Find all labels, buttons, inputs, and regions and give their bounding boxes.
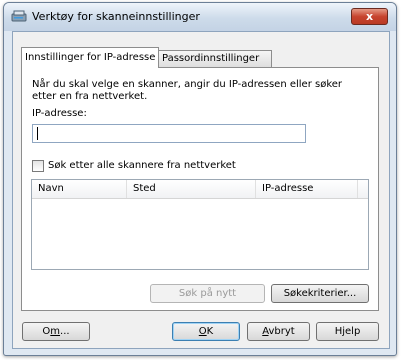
search-criteria-button[interactable]: Søkekriterier... (271, 284, 369, 303)
close-icon: x (365, 10, 374, 23)
tab-ip-settings[interactable]: Innstillinger for IP-adresse (21, 47, 159, 68)
scanner-list-header: Navn Sted IP-adresse (32, 180, 368, 199)
ip-address-label: IP-adresse: (32, 108, 87, 119)
instruction-text: Når du skal velge en skanner, angir du I… (32, 79, 343, 102)
ip-settings-panel: Når du skal velge en skanner, angir du I… (21, 67, 379, 311)
column-header-location[interactable]: Sted (127, 180, 256, 198)
help-button[interactable]: Hjelp (316, 322, 379, 341)
ok-button[interactable]: OK (172, 322, 240, 341)
about-suffix: ... (60, 326, 70, 337)
column-header-ip-address[interactable]: IP-adresse (256, 180, 358, 198)
scanner-app-icon (11, 10, 27, 22)
search-all-scanners-label[interactable]: Søk etter alle skannere fra nettverket (48, 160, 236, 171)
close-button[interactable]: x (351, 8, 388, 25)
scanner-settings-dialog: Verktøy for skanneinnstillinger x Innsti… (3, 2, 397, 356)
dialog-client-area: Innstillinger for IP-adresse Passordinns… (12, 31, 390, 349)
text-caret (37, 127, 38, 140)
search-again-button[interactable]: Søk på nytt (150, 284, 265, 303)
about-mnemonic: m (50, 326, 61, 337)
title-bar[interactable]: Verktøy for skanneinnstillinger x (4, 3, 396, 31)
ok-mnemonic: O (198, 326, 207, 337)
tab-password-settings[interactable]: Passordinnstillinger (158, 50, 272, 67)
cancel-button[interactable]: Avbryt (247, 322, 310, 341)
ip-address-input[interactable] (32, 124, 306, 143)
scanner-list[interactable]: Navn Sted IP-adresse (31, 179, 369, 270)
about-button[interactable]: Om... (22, 322, 90, 341)
search-all-scanners-checkbox[interactable] (32, 160, 44, 172)
help-label: elp (345, 326, 361, 337)
window-title: Verktøy for skanneinnstillinger (32, 10, 200, 23)
column-header-name[interactable]: Navn (32, 180, 127, 198)
cancel-label: vbryt (268, 326, 295, 337)
ok-label: K (206, 326, 214, 337)
